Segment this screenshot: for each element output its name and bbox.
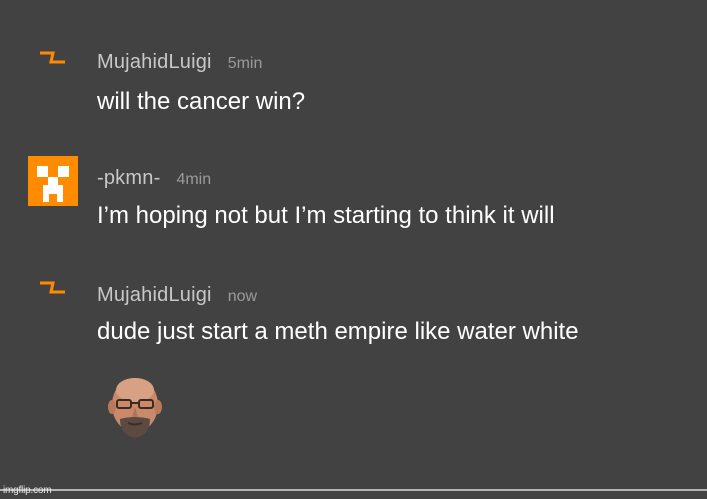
comment-text: I’m hoping not but I’m starting to think…: [97, 202, 555, 229]
username[interactable]: -pkmn-: [97, 167, 160, 190]
timestamp: now: [227, 288, 258, 305]
timestamp: 5min: [227, 55, 263, 72]
bald-man-face-icon: [106, 375, 164, 441]
comment-text: dude just start a meth empire like water…: [97, 318, 579, 345]
comment-text: will the cancer win?: [97, 88, 306, 115]
imgflip-watermark: imgflip.com: [3, 485, 52, 496]
timestamp: 4min: [176, 171, 212, 188]
username[interactable]: MujahidLuigi: [97, 51, 212, 74]
bottom-divider: [0, 489, 707, 491]
username[interactable]: MujahidLuigi: [97, 284, 212, 307]
creeper-face-icon[interactable]: [28, 156, 78, 206]
lightning-icon[interactable]: [37, 50, 69, 70]
lightning-icon[interactable]: [37, 280, 69, 300]
